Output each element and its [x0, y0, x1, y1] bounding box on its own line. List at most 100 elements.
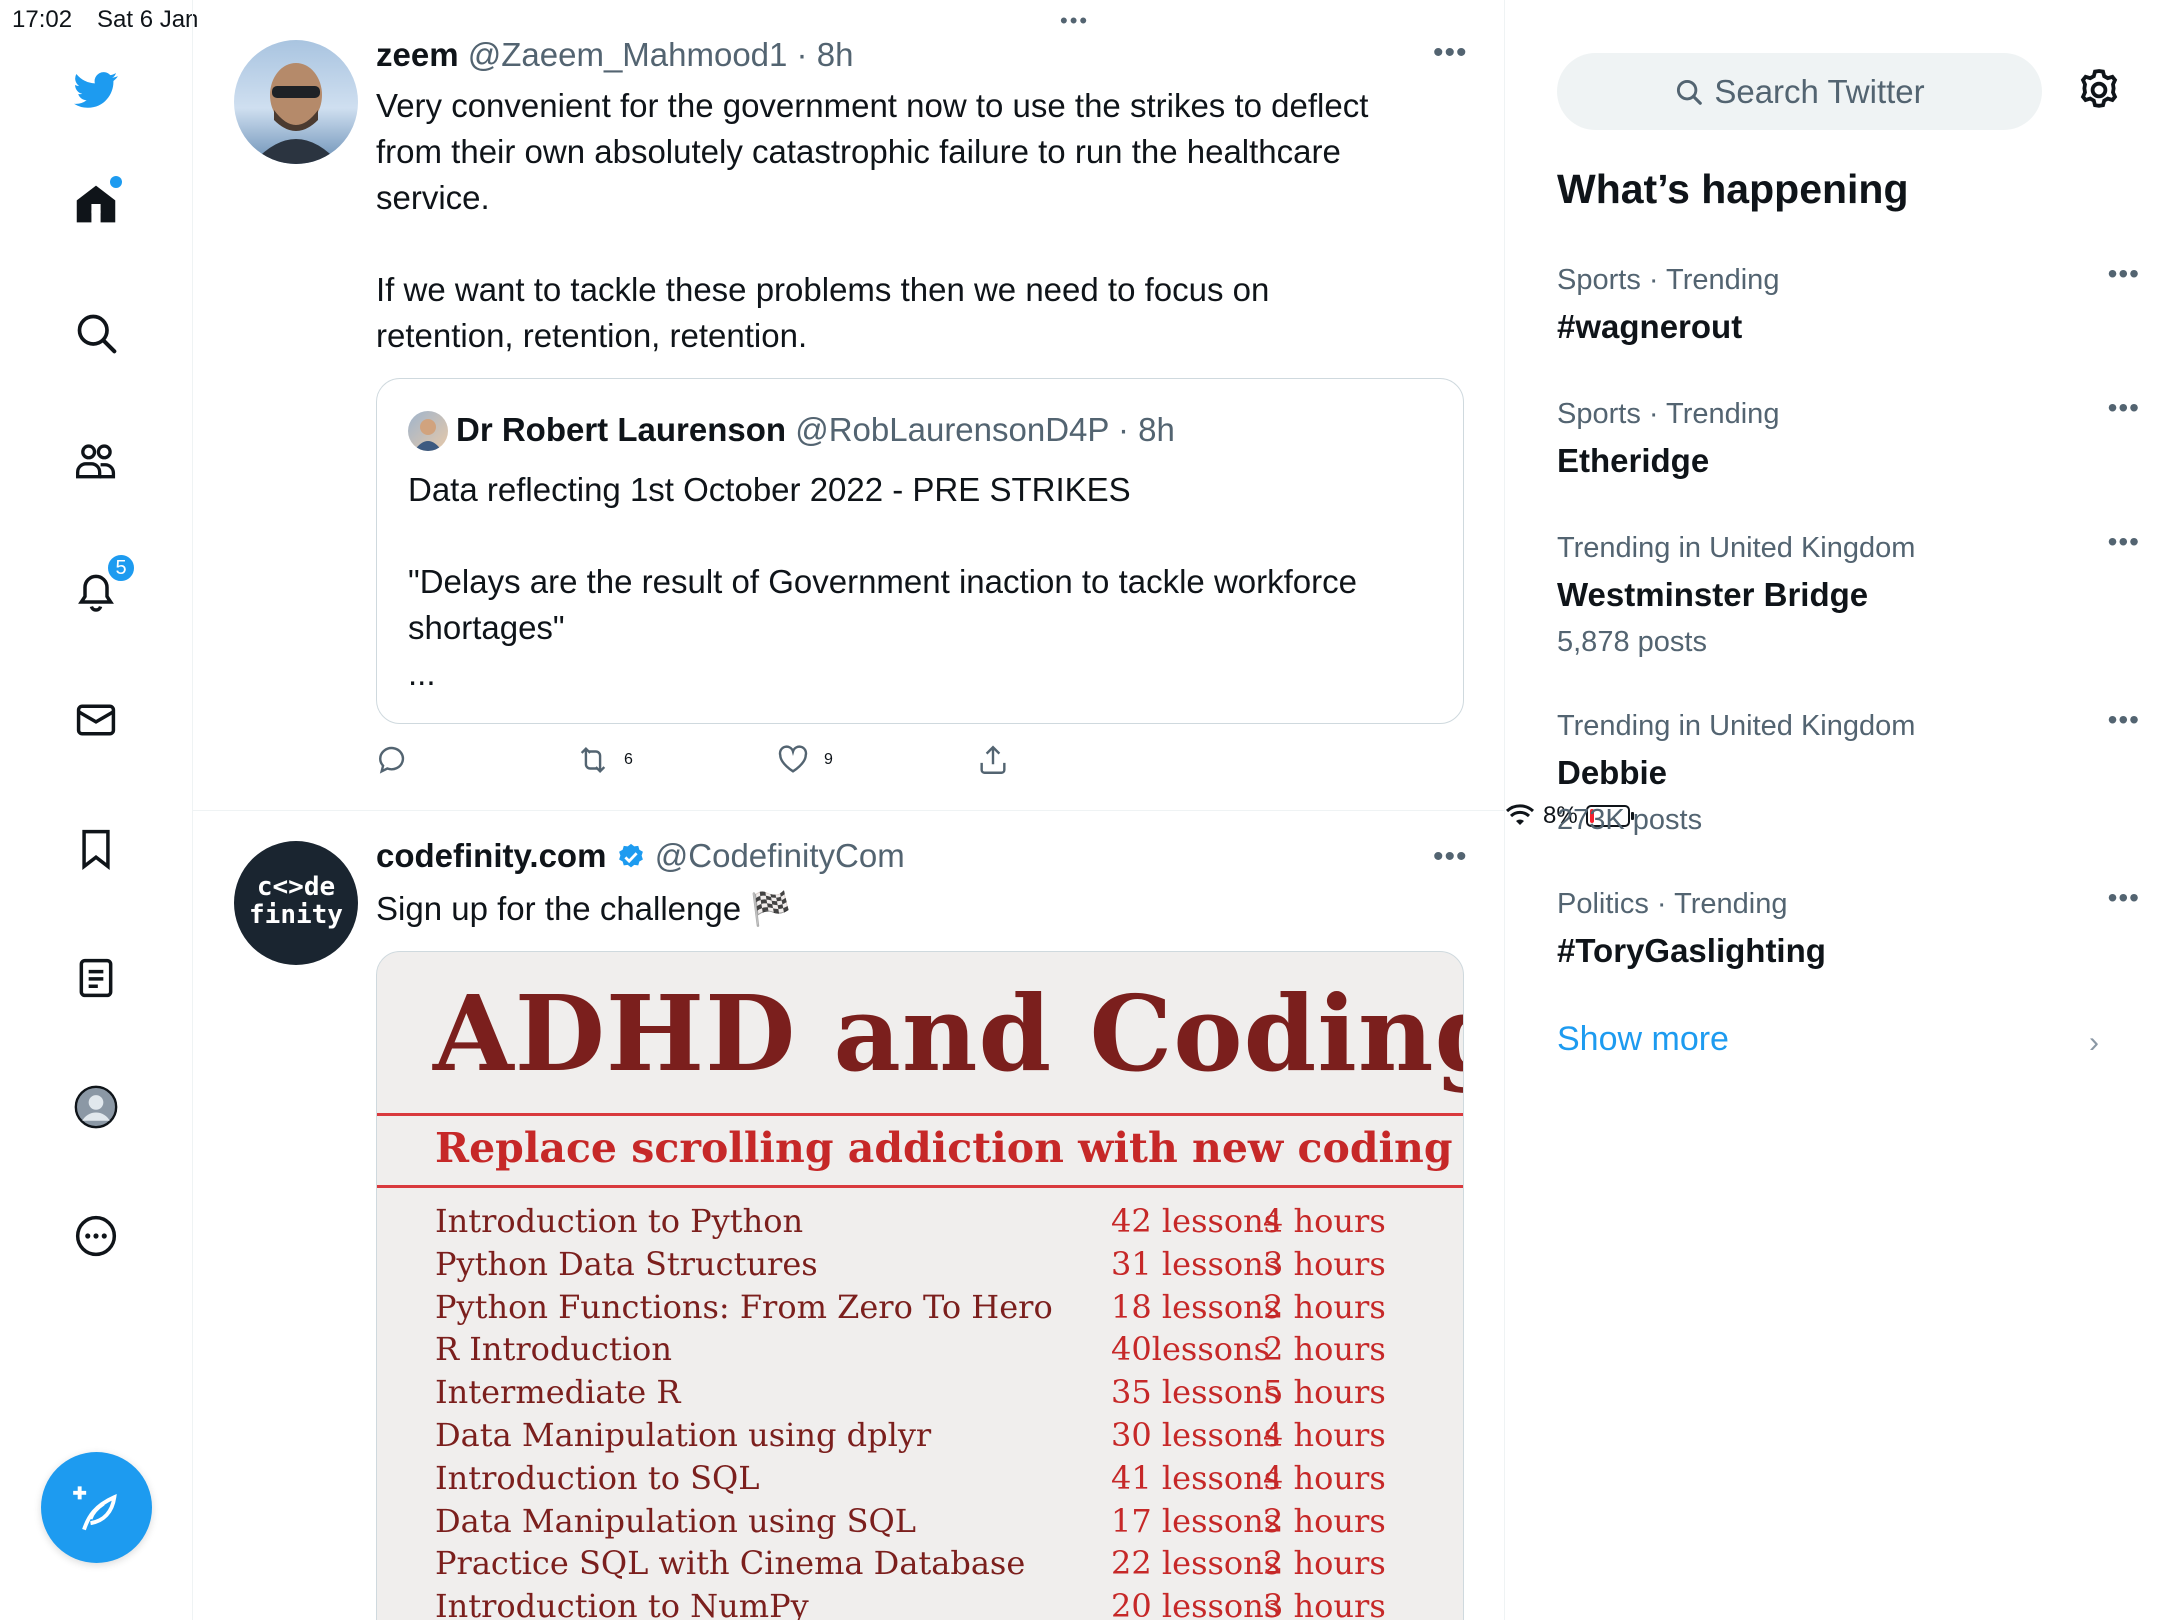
settings-gear-icon[interactable]: [2075, 66, 2123, 114]
course-lessons: 35 lessons: [1111, 1373, 1281, 1412]
course-lessons: 17 lessons: [1111, 1501, 1281, 1540]
trend-more-icon[interactable]: •••: [2108, 882, 2140, 914]
course-lessons: 30 lessons: [1111, 1416, 1281, 1454]
trend-more-icon[interactable]: •••: [2108, 258, 2140, 290]
course-name: Intermediate R: [435, 1373, 681, 1412]
share-icon: [980, 745, 1006, 774]
course-row: Practice SQL with Cinema Database 22 less…: [435, 1544, 1425, 1587]
course-lessons: 22 lessons: [1111, 1544, 1281, 1583]
lists-icon[interactable]: [68, 950, 124, 1006]
avatar[interactable]: [234, 40, 358, 164]
search-icon: [1677, 79, 1703, 105]
home-new-dot: [110, 176, 122, 188]
trend-more-icon[interactable]: •••: [2108, 704, 2140, 736]
share-button[interactable]: [976, 743, 1010, 777]
author-handle[interactable]: @Zaeem_Mahmood1 · 8h: [468, 36, 854, 73]
trend-context: Politics · Trending: [1557, 888, 1788, 920]
trend-item[interactable]: Trending in United Kingdom Debbie 273K p…: [1557, 704, 2139, 837]
course-hours: 4 hours: [1263, 1202, 1386, 1240]
avatar-text-bottom: finity: [249, 900, 343, 930]
tweet-text: Very convenient for the government now t…: [376, 87, 1369, 354]
compose-feather-icon: [72, 1485, 117, 1530]
course-lessons: 41 lessons: [1111, 1458, 1281, 1497]
quote-author-name[interactable]: Dr Robert Laurenson: [456, 411, 786, 448]
quote-text: Data reflecting 1st October 2022 - PRE S…: [408, 471, 1357, 692]
course-lessons: 42 lessons: [1111, 1202, 1281, 1240]
tweet-more-icon[interactable]: •••: [1433, 840, 1468, 874]
tweet-more-icon[interactable]: •••: [1433, 36, 1468, 70]
trend-item[interactable]: Sports · Trending #wagnerout •••: [1557, 258, 2139, 352]
more-options-icon[interactable]: [68, 1208, 124, 1264]
compose-tweet-button[interactable]: [41, 1452, 152, 1563]
course-name: R Introduction: [435, 1330, 672, 1369]
reply-button[interactable]: [376, 743, 410, 777]
notifications-icon[interactable]: 5: [68, 553, 136, 619]
course-name: Introduction to NumPy: [435, 1587, 809, 1620]
course-name: Introduction to Python: [435, 1202, 804, 1240]
twitter-logo-icon[interactable]: [68, 62, 124, 118]
verified-badge-icon: [618, 843, 643, 868]
course-name: Data Manipulation using SQL: [435, 1501, 917, 1540]
promo-rule-bottom: [377, 1185, 1463, 1188]
course-name: Data Manipulation using dplyr: [435, 1416, 932, 1454]
quote-avatar[interactable]: [408, 411, 448, 451]
promo-image[interactable]: ADHD and Coding Replace scrolling addict…: [376, 951, 1464, 1620]
reply-icon: [379, 746, 405, 774]
like-count: 9: [824, 751, 833, 768]
trend-topic: #ToryGaslighting: [1557, 932, 1826, 969]
author-handle[interactable]: @CodefinityCom: [655, 837, 905, 874]
trend-topic: Westminster Bridge: [1557, 576, 1869, 613]
course-hours: 4 hours: [1263, 1458, 1386, 1497]
course-row: Data Manipulation using SQL 17 lessons 2 h…: [435, 1502, 1425, 1545]
trend-post-count: 5,878 posts: [1557, 626, 1707, 658]
course-hours: 3 hours: [1263, 1244, 1386, 1283]
tweet-header: zeem @Zaeem_Mahmood1 · 8h: [376, 36, 853, 74]
course-row: Introduction to NumPy 20 lessons 3 hours: [435, 1587, 1425, 1620]
bookmarks-icon[interactable]: [68, 821, 124, 877]
trend-context: Trending in United Kingdom: [1557, 532, 1916, 564]
author-name[interactable]: codefinity.com: [376, 837, 606, 874]
search-input[interactable]: Search Twitter: [1557, 53, 2042, 130]
course-hours: 5 hours: [1263, 1373, 1386, 1412]
course-lessons: 40lessons: [1111, 1330, 1271, 1369]
home-icon[interactable]: [68, 176, 124, 232]
course-row: Data Manipulation using dplyr 30 lessons 4…: [435, 1416, 1425, 1459]
trend-item[interactable]: Sports · Trending Etheridge •••: [1557, 392, 2139, 486]
trend-context: Sports · Trending: [1557, 398, 1780, 430]
trend-more-icon[interactable]: •••: [2108, 392, 2140, 424]
quote-header: Dr Robert Laurenson @RobLaurensonD4P · 8…: [456, 411, 1175, 449]
trend-item[interactable]: Politics · Trending #ToryGaslighting •••: [1557, 882, 2139, 976]
promo-subtitle: Replace scrolling addiction with new cod…: [435, 1124, 1463, 1172]
tweet-header: codefinity.com @CodefinityCom: [376, 837, 905, 875]
course-name: Python Functions: From Zero To Hero: [435, 1287, 1053, 1326]
quoted-tweet[interactable]: Dr Robert Laurenson @RobLaurensonD4P · 8…: [376, 378, 1464, 724]
course-row: R Introduction 40lessons 2 hours: [435, 1330, 1425, 1373]
trend-item[interactable]: Trending in United Kingdom Westminster B…: [1557, 526, 2139, 659]
promo-title: ADHD and Coding: [433, 972, 1464, 1095]
communities-icon[interactable]: [68, 434, 124, 490]
course-name: Introduction to SQL: [435, 1458, 760, 1497]
course-hours: 4 hours: [1263, 1416, 1386, 1454]
retweet-button[interactable]: 6: [576, 743, 633, 777]
chevron-right-icon[interactable]: ›: [2089, 1026, 2099, 1060]
explore-icon[interactable]: [68, 305, 124, 361]
show-more-link[interactable]: Show more: [1557, 1020, 1729, 1059]
course-hours: 3 hours: [1263, 1587, 1386, 1620]
like-button[interactable]: 9: [776, 743, 833, 777]
messages-icon[interactable]: [68, 692, 124, 748]
profile-avatar-icon[interactable]: [68, 1079, 124, 1135]
trend-more-icon[interactable]: •••: [2108, 526, 2140, 558]
timeline-feed[interactable]: zeem @Zaeem_Mahmood1 · 8h ••• Very conve…: [193, 0, 1505, 1620]
tweet-divider: [193, 810, 1504, 811]
author-name[interactable]: zeem: [376, 36, 459, 73]
search-placeholder: Search Twitter: [1714, 72, 1925, 110]
quote-author-handle[interactable]: @RobLaurensonD4P · 8h: [795, 411, 1175, 448]
course-row: Python Data Structures 31 lessons 3 hours: [435, 1245, 1425, 1288]
retweet-icon: [580, 746, 606, 774]
trend-topic: Debbie: [1557, 754, 1668, 791]
tweet-text: Sign up for the challenge 🏁: [376, 890, 792, 927]
codefinity-avatar[interactable]: c<>de finity: [234, 841, 358, 965]
course-row: Introduction to SQL 41 lessons 4 hours: [435, 1459, 1425, 1502]
course-name: Practice SQL with Cinema Database: [435, 1544, 1026, 1583]
course-name: Python Data Structures: [435, 1244, 818, 1283]
